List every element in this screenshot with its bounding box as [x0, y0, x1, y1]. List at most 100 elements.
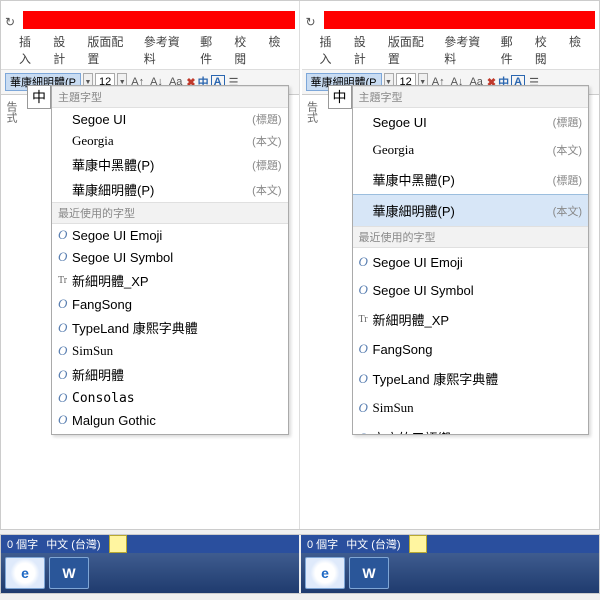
language-status[interactable]: 中文 (台灣) [346, 536, 400, 552]
font-type-icon: O [58, 249, 72, 265]
font-option[interactable]: OTypeLand 康熙字典體 [353, 363, 589, 394]
font-option[interactable]: Tr新細明體_XP [353, 304, 589, 335]
font-option-label: 華康中黑體(P) [72, 155, 248, 174]
font-type-icon: O [58, 434, 72, 435]
font-type-icon: O [359, 341, 373, 357]
tab-layout[interactable]: 版面配置 [87, 33, 131, 67]
font-option[interactable]: Segoe UI(標題) [353, 108, 589, 136]
font-type-icon: O [359, 400, 373, 416]
font-option[interactable]: 華康中黑體(P)(標題) [353, 164, 589, 195]
tab-view[interactable]: 檢 [569, 33, 581, 67]
font-type-icon: O [58, 367, 72, 383]
font-type-icon: O [359, 254, 373, 270]
notify-icon[interactable] [109, 535, 127, 553]
ie-icon[interactable]: e [305, 557, 345, 589]
vertical-tab[interactable]: 告式 [3, 101, 19, 123]
font-type-icon: O [58, 390, 72, 406]
font-option-label: Segoe UI [72, 112, 248, 127]
font-type-icon: O [58, 412, 72, 428]
font-option-label: Malgun Gothic [72, 413, 282, 428]
refresh-icon[interactable]: ↻ [306, 15, 320, 29]
ime-indicator[interactable]: 中 [27, 85, 51, 109]
font-option[interactable]: OSegoe UI Emoji [353, 248, 589, 276]
comparison-split: ↻ 插入 設計 版面配置 參考資料 郵件 校閱 檢 華康細明體(P ▼ 12 ▼… [0, 0, 600, 530]
font-type-icon: O [58, 227, 72, 243]
tab-mailings[interactable]: 郵件 [200, 33, 222, 67]
font-option[interactable]: OSegoe UI Symbol [353, 276, 589, 304]
ie-icon[interactable]: e [5, 557, 45, 589]
refresh-icon[interactable]: ↻ [5, 15, 19, 29]
font-option[interactable]: Tr新細明體_XP [52, 268, 288, 293]
font-option[interactable]: OFangSong [52, 293, 288, 315]
font-option[interactable]: Georgia(本文) [52, 130, 288, 152]
font-option[interactable]: OMalgun Gothic [52, 409, 288, 431]
tab-design[interactable]: 設計 [354, 33, 376, 67]
font-option-hint: (本文) [553, 142, 582, 158]
taskbar-left: 0 個字 中文 (台灣) e W [1, 535, 299, 593]
tab-design[interactable]: 設計 [53, 33, 75, 67]
font-dropdown[interactable]: 主題字型Segoe UI(標題)Georgia(本文)華康中黑體(P)(標題)華… [352, 85, 590, 435]
font-option-label: Georgia [72, 133, 248, 149]
tab-references[interactable]: 參考資料 [144, 33, 188, 67]
font-option[interactable]: 華康細明體(P)(本文) [352, 194, 590, 227]
font-option-hint: (標題) [553, 114, 582, 130]
word-count[interactable]: 0 個字 [307, 536, 338, 552]
font-option-label: 立方竹口語鄉 [373, 428, 583, 435]
font-option[interactable]: OSegoe UI Symbol [52, 246, 288, 268]
tab-review[interactable]: 校閱 [234, 33, 256, 67]
tab-insert[interactable]: 插入 [320, 33, 342, 67]
font-option[interactable]: O立方竹口語鄉 [353, 422, 589, 435]
font-option-label: SimSun [72, 343, 282, 359]
font-option[interactable]: OTypeLand 康熙字典體 [52, 315, 288, 340]
word-icon[interactable]: W [49, 557, 89, 589]
font-option-label: Segoe UI Symbol [373, 283, 583, 298]
font-option-label: TypeLand 康熙字典體 [72, 318, 282, 337]
left-pane: ↻ 插入 設計 版面配置 參考資料 郵件 校閱 檢 華康細明體(P ▼ 12 ▼… [1, 1, 300, 529]
font-type-icon: Tr [58, 275, 72, 286]
font-option[interactable]: OFangSong [353, 335, 589, 363]
font-option-label: 新細明體_XP [373, 310, 583, 329]
font-option-hint: (本文) [252, 133, 281, 149]
language-status[interactable]: 中文 (台灣) [46, 536, 100, 552]
tab-view[interactable]: 檢 [268, 33, 280, 67]
font-group-header: 主題字型 [52, 86, 288, 108]
font-option[interactable]: Georgia(本文) [353, 136, 589, 164]
right-pane: ↻ 插入 設計 版面配置 參考資料 郵件 校閱 檢 華康細明體(P ▼ 12 ▼… [302, 1, 600, 529]
font-group-header: 最近使用的字型 [353, 226, 589, 248]
notify-icon[interactable] [409, 535, 427, 553]
font-option-label: 新細明體 [72, 365, 282, 384]
font-option-hint: (本文) [252, 182, 281, 198]
font-option[interactable]: 華康中黑體(P)(標題) [52, 152, 288, 177]
tab-layout[interactable]: 版面配置 [388, 33, 432, 67]
font-option[interactable]: OSimSun [52, 340, 288, 362]
word-icon[interactable]: W [349, 557, 389, 589]
font-option[interactable]: OSegoe UI Emoji [52, 224, 288, 246]
word-count[interactable]: 0 個字 [7, 536, 38, 552]
ribbon-tabs: 插入 設計 版面配置 參考資料 郵件 校閱 檢 [302, 29, 600, 70]
taskbar-buttons: e W [1, 553, 299, 593]
tab-mailings[interactable]: 郵件 [501, 33, 523, 67]
status-bar: 0 個字 中文 (台灣) [1, 535, 299, 553]
font-option[interactable]: O新細明體 [52, 362, 288, 387]
font-option-label: 華康細明體(P) [72, 180, 248, 199]
ime-indicator[interactable]: 中 [328, 85, 352, 109]
tab-insert[interactable]: 插入 [19, 33, 41, 67]
font-type-icon: Tr [359, 314, 373, 325]
font-option-hint: (本文) [553, 203, 582, 219]
font-option[interactable]: OSimSun [353, 394, 589, 422]
font-option-label: SimSun [373, 400, 583, 416]
font-option-hint: (標題) [553, 172, 582, 188]
accent-bar [23, 11, 295, 29]
font-option[interactable]: Segoe UI(標題) [52, 108, 288, 130]
font-option-label: Segoe UI Emoji [373, 255, 583, 270]
tab-review[interactable]: 校閱 [535, 33, 557, 67]
vertical-tab[interactable]: 告式 [304, 101, 320, 123]
font-option[interactable]: OKozuka Gothic Pro R [52, 431, 288, 435]
font-dropdown[interactable]: 主題字型Segoe UI(標題)Georgia(本文)華康中黑體(P)(標題)華… [51, 85, 289, 435]
font-option[interactable]: 華康細明體(P)(本文) [52, 177, 288, 202]
font-option[interactable]: OConsolas [52, 387, 288, 409]
taskbar-row: 0 個字 中文 (台灣) e W 0 個字 中文 (台灣) e W [0, 534, 600, 594]
tab-references[interactable]: 參考資料 [444, 33, 488, 67]
font-option-label: Consolas [72, 391, 282, 406]
ribbon-tabs: 插入 設計 版面配置 參考資料 郵件 校閱 檢 [1, 29, 299, 70]
